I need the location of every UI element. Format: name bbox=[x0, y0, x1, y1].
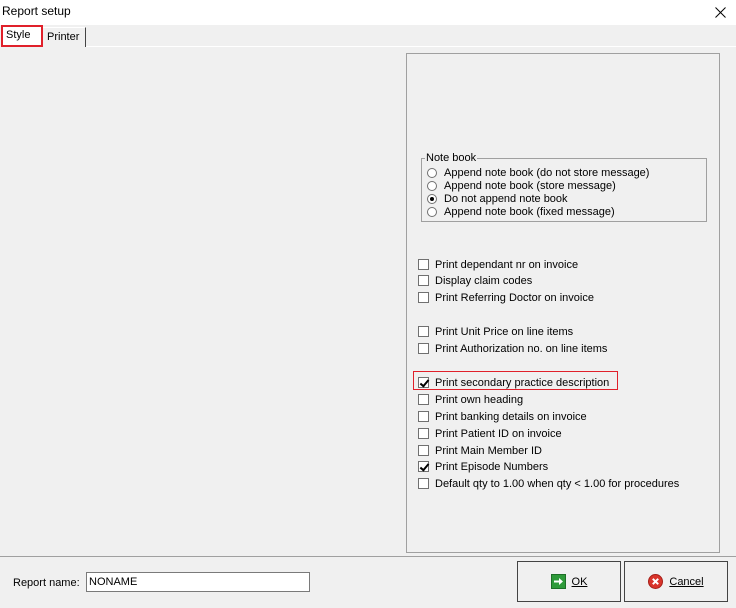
checkbox[interactable] bbox=[418, 428, 429, 439]
check-banking-details[interactable]: Print banking details on invoice bbox=[418, 409, 587, 424]
checkbox-label: Default qty to 1.00 when qty < 1.00 for … bbox=[435, 477, 680, 490]
notebook-group: Note book Append note book (do not store… bbox=[421, 152, 707, 222]
check-authorization-no[interactable]: Print Authorization no. on line items bbox=[418, 341, 607, 356]
tab-style[interactable]: Style bbox=[1, 25, 43, 47]
tab-divider bbox=[86, 46, 736, 47]
check-patient-id[interactable]: Print Patient ID on invoice bbox=[418, 426, 562, 441]
checkbox[interactable] bbox=[418, 275, 429, 286]
report-name-input[interactable] bbox=[86, 572, 310, 592]
notebook-group-title: Note book bbox=[425, 152, 478, 164]
tab-printer[interactable]: Printer bbox=[43, 27, 86, 47]
checkbox-label: Print Patient ID on invoice bbox=[435, 427, 562, 440]
checkbox[interactable] bbox=[418, 394, 429, 405]
checkbox-label: Display claim codes bbox=[435, 274, 533, 287]
tab-strip: Style Printer bbox=[0, 25, 736, 47]
radio-button[interactable] bbox=[427, 167, 437, 178]
radio-label: Do not append note book bbox=[444, 192, 568, 205]
radio-append-no-store[interactable]: Append note book (do not store message) bbox=[427, 166, 649, 179]
checkbox[interactable] bbox=[418, 292, 429, 303]
radio-button[interactable] bbox=[427, 206, 437, 217]
check-secondary-practice[interactable]: Print secondary practice description bbox=[418, 375, 609, 390]
check-main-member-id[interactable]: Print Main Member ID bbox=[418, 443, 542, 458]
checkbox-label: Print own heading bbox=[435, 393, 524, 406]
checkbox-label: Print Authorization no. on line items bbox=[435, 342, 608, 355]
radio-label: Append note book (fixed message) bbox=[444, 205, 615, 218]
check-default-qty[interactable]: Default qty to 1.00 when qty < 1.00 for … bbox=[418, 476, 679, 491]
checkbox[interactable] bbox=[418, 445, 429, 456]
close-button[interactable] bbox=[704, 0, 736, 25]
checkbox[interactable] bbox=[418, 478, 429, 489]
check-unit-price[interactable]: Print Unit Price on line items bbox=[418, 324, 573, 339]
radio-append-fixed[interactable]: Append note book (fixed message) bbox=[427, 205, 615, 218]
checkbox-label: Print dependant nr on invoice bbox=[435, 258, 579, 271]
radio-button[interactable] bbox=[427, 180, 437, 191]
cancel-x-icon bbox=[648, 574, 664, 589]
radio-button-selected[interactable] bbox=[427, 193, 437, 204]
radio-do-not-append[interactable]: Do not append note book bbox=[427, 192, 568, 205]
checkbox[interactable] bbox=[418, 343, 429, 354]
checkbox-label: Print Unit Price on line items bbox=[435, 325, 574, 338]
check-own-heading[interactable]: Print own heading bbox=[418, 392, 523, 407]
checkbox-label: Print Referring Doctor on invoice bbox=[435, 291, 594, 304]
check-claim-codes[interactable]: Display claim codes bbox=[418, 273, 532, 288]
checkbox-checked[interactable] bbox=[418, 461, 429, 472]
checkbox[interactable] bbox=[418, 411, 429, 422]
footer: Report name: OK Cancel bbox=[0, 557, 736, 608]
radio-label: Append note book (store message) bbox=[444, 179, 616, 192]
report-name-label: Report name: bbox=[13, 577, 80, 589]
close-icon bbox=[714, 7, 726, 18]
ok-button[interactable]: OK bbox=[517, 561, 621, 602]
ok-arrow-icon bbox=[550, 574, 566, 589]
checkbox[interactable] bbox=[418, 326, 429, 337]
cancel-button[interactable]: Cancel bbox=[624, 561, 728, 602]
check-episode-numbers[interactable]: Print Episode Numbers bbox=[418, 459, 548, 474]
checkbox-label: Print banking details on invoice bbox=[435, 410, 587, 423]
checkbox-label: Print secondary practice description bbox=[435, 376, 610, 389]
ok-label: OK bbox=[571, 575, 588, 588]
cancel-label: Cancel bbox=[669, 575, 704, 588]
options-panel: Note book Append note book (do not store… bbox=[406, 53, 720, 553]
check-dependant-nr[interactable]: Print dependant nr on invoice bbox=[418, 257, 578, 272]
radio-append-store[interactable]: Append note book (store message) bbox=[427, 179, 616, 192]
window-title: Report setup bbox=[2, 4, 71, 18]
checkbox-label: Print Main Member ID bbox=[435, 444, 542, 457]
check-referring-doctor[interactable]: Print Referring Doctor on invoice bbox=[418, 290, 594, 305]
radio-label: Append note book (do not store message) bbox=[444, 166, 650, 179]
title-bar: Report setup bbox=[0, 0, 736, 25]
checkbox-checked[interactable] bbox=[418, 377, 429, 388]
checkbox-label: Print Episode Numbers bbox=[435, 460, 549, 473]
checkbox[interactable] bbox=[418, 259, 429, 270]
